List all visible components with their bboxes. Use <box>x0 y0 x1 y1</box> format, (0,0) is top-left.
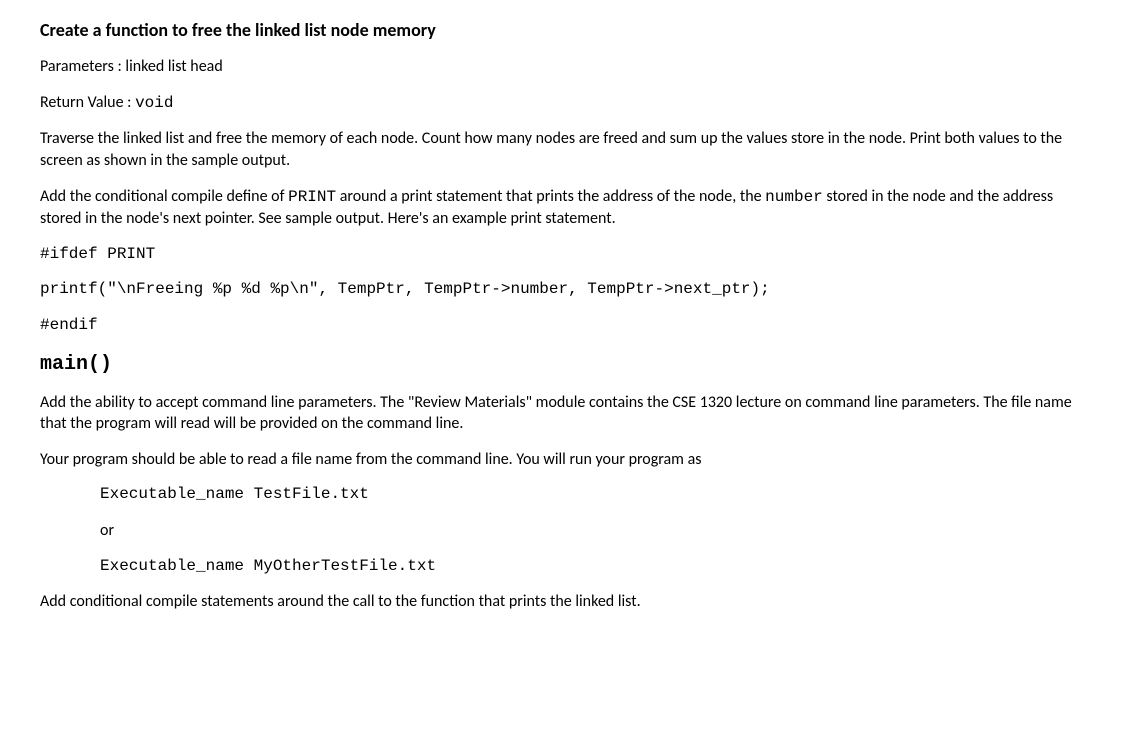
parameters-value: linked list head <box>125 57 222 76</box>
return-value: void <box>135 94 173 112</box>
desc2-code-number: number <box>765 188 823 206</box>
description-paragraph-2: Add the conditional compile define of PR… <box>40 186 1097 230</box>
return-value-line: Return Value : void <box>40 92 1097 115</box>
example-command-2: Executable_name MyOtherTestFile.txt <box>100 556 1097 578</box>
example-command-1: Executable_name TestFile.txt <box>100 484 1097 506</box>
code-ifdef: #ifdef PRINT <box>40 244 1097 266</box>
main-description-1: Add the ability to accept command line p… <box>40 392 1097 435</box>
return-label: Return Value : <box>40 93 135 112</box>
parameters-label: Parameters : <box>40 57 125 76</box>
description-paragraph-1: Traverse the linked list and free the me… <box>40 128 1097 171</box>
desc2-part-a: Add the conditional compile define of <box>40 187 288 206</box>
main-heading: main() <box>40 351 1097 378</box>
main-description-2: Your program should be able to read a fi… <box>40 449 1097 471</box>
example-or: or <box>100 520 1097 542</box>
desc2-part-b: around a print statement that prints the… <box>336 187 765 206</box>
desc2-code-print: PRINT <box>288 188 336 206</box>
code-endif: #endif <box>40 315 1097 337</box>
parameters-line: Parameters : linked list head <box>40 56 1097 78</box>
code-printf: printf("\nFreeing %p %d %p\n", TempPtr, … <box>40 279 1097 301</box>
main-description-3: Add conditional compile statements aroun… <box>40 591 1097 613</box>
section-heading: Create a function to free the linked lis… <box>40 18 1097 42</box>
